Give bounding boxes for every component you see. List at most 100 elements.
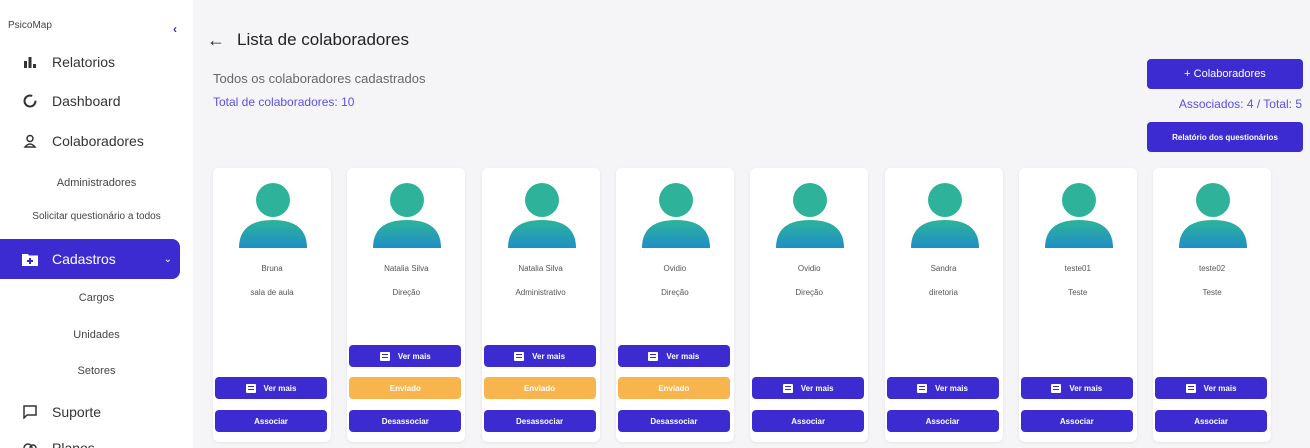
- ver-mais-button[interactable]: Ver mais: [886, 377, 999, 399]
- sidebar-item-label: Relatorios: [52, 54, 116, 70]
- associar-button-label: Associar: [254, 416, 288, 426]
- page-subtitle: Todos os colaboradores cadastrados: [213, 71, 426, 86]
- avatar-icon: [641, 183, 710, 248]
- sidebar-item-setores[interactable]: Setores: [0, 365, 193, 377]
- colaborador-name: Bruna: [261, 264, 283, 273]
- enviado-status-button-label: Enviado: [524, 383, 556, 393]
- avatar-icon: [239, 183, 307, 248]
- collapse-sidebar-icon[interactable]: ‹: [173, 22, 177, 36]
- colaborador-card: Natalia Silva Administrativo Ver mais Env…: [481, 168, 600, 442]
- chevron-down-icon: ⌄: [163, 253, 172, 265]
- colaborador-dept: Direção: [661, 288, 689, 297]
- ver-mais-button[interactable]: Ver mais: [617, 345, 730, 367]
- enviado-status-button-label: Enviado: [389, 383, 421, 393]
- desassociar-button-label: Desassociar: [516, 416, 564, 426]
- add-colaborador-button[interactable]: + Colaboradores: [1147, 59, 1303, 89]
- colaborador-dept: Direção: [392, 288, 421, 297]
- brand-name: PsicoMap: [8, 20, 52, 31]
- sidebar-item-administradores[interactable]: Administradores: [0, 177, 193, 189]
- avatar-icon: [776, 183, 845, 248]
- colaborador-dept: sala de aula: [250, 288, 294, 297]
- association-status: Associados: 4 / Total: 5: [1178, 97, 1302, 111]
- colaborador-card: Sandra diretoria Ver mais Associar: [884, 168, 1003, 442]
- back-arrow-icon[interactable]: ←: [207, 30, 225, 51]
- list-icon: [1051, 383, 1062, 393]
- ver-mais-button-label: Ver mais: [532, 351, 566, 361]
- ver-mais-button-label: Ver mais: [935, 383, 968, 393]
- enviado-status-button[interactable]: Enviado: [483, 377, 596, 399]
- associar-button-label: Associar: [791, 416, 826, 426]
- list-icon: [379, 351, 390, 361]
- avatar-icon: [373, 183, 442, 248]
- sidebar-item-cargos[interactable]: Cargos: [0, 292, 193, 304]
- colaborador-dept: diretoria: [929, 288, 958, 297]
- ver-mais-button[interactable]: Ver mais: [215, 377, 327, 399]
- coins-icon: [22, 440, 38, 448]
- associar-button-label: Associar: [1194, 416, 1228, 426]
- sidebar-item-colaboradores[interactable]: Colaboradores: [0, 131, 193, 151]
- associar-button[interactable]: Associar: [1020, 410, 1133, 432]
- colaborador-name: teste01: [1064, 264, 1091, 273]
- page-title: Lista de colaboradores: [237, 30, 410, 49]
- sidebar-item-relatorios[interactable]: Relatorios: [0, 52, 193, 72]
- ver-mais-button-label: Ver mais: [263, 383, 297, 393]
- circle-icon: [22, 93, 38, 109]
- sidebar-item-planos[interactable]: Planos: [0, 438, 193, 448]
- ver-mais-button[interactable]: Ver mais: [483, 345, 596, 367]
- colaborador-name: Sandra: [930, 264, 957, 273]
- sidebar-item-dashboard[interactable]: Dashboard: [0, 91, 193, 111]
- list-icon: [648, 351, 659, 361]
- associar-button[interactable]: Associar: [886, 410, 999, 432]
- list-icon: [1185, 383, 1196, 393]
- folder-plus-icon: [22, 252, 38, 266]
- colaborador-dept: Administrativo: [515, 288, 566, 297]
- sidebar-item-label: Planos: [52, 440, 95, 448]
- ver-mais-button-label: Ver mais: [1069, 383, 1103, 393]
- colaborador-card: Ovidio Direção Ver mais Associar: [750, 168, 869, 442]
- list-icon: [514, 351, 525, 361]
- sidebar-item-label: Dashboard: [52, 93, 121, 109]
- ver-mais-button[interactable]: Ver mais: [1020, 377, 1133, 399]
- sidebar-item-label: Colaboradores: [52, 133, 144, 149]
- sidebar-item-solicitar[interactable]: Solicitar questionário a todos: [0, 211, 193, 222]
- associar-button[interactable]: Associar: [752, 410, 865, 432]
- associar-button-label: Associar: [1059, 416, 1094, 426]
- colaborador-dept: Teste: [1068, 288, 1088, 297]
- colaborador-dept: Direção: [795, 288, 823, 297]
- enviado-status-button[interactable]: Enviado: [617, 377, 730, 399]
- sidebar: PsicoMap ‹ Relatorios Dashboard Colabora…: [0, 0, 193, 448]
- ver-mais-button[interactable]: Ver mais: [349, 345, 462, 367]
- desassociar-button-label: Desassociar: [381, 416, 429, 426]
- avatar-icon: [1044, 183, 1113, 248]
- colaborador-name: teste02: [1198, 264, 1226, 273]
- sidebar-item-unidades[interactable]: Unidades: [0, 329, 193, 341]
- associar-button[interactable]: Associar: [215, 410, 327, 432]
- enviado-status-button[interactable]: Enviado: [349, 377, 462, 399]
- ver-mais-button-label: Ver mais: [666, 351, 700, 361]
- sidebar-item-label: Cadastros: [52, 251, 116, 267]
- list-icon: [917, 383, 928, 393]
- ver-mais-button-label: Ver mais: [1203, 383, 1237, 393]
- desassociar-button[interactable]: Desassociar: [483, 410, 596, 432]
- colaborador-name: Ovidio: [663, 264, 687, 273]
- ver-mais-button[interactable]: Ver mais: [752, 377, 865, 399]
- sidebar-item-cadastros[interactable]: Cadastros ⌄: [0, 239, 180, 279]
- bar-chart-icon: [22, 54, 38, 70]
- list-icon: [782, 383, 793, 393]
- associar-button[interactable]: Associar: [1155, 410, 1268, 432]
- colaborador-name: Natalia Silva: [384, 264, 429, 273]
- sidebar-item-suporte[interactable]: Suporte: [0, 402, 193, 422]
- associar-button-label: Associar: [925, 416, 960, 426]
- colaborador-dept: Teste: [1202, 288, 1222, 297]
- colaborador-card: Bruna sala de aula Ver mais Associar: [213, 168, 331, 442]
- ver-mais-button-label: Ver mais: [397, 351, 431, 361]
- enviado-status-button-label: Enviado: [658, 383, 690, 393]
- list-icon: [245, 383, 256, 393]
- colaborador-card: Ovidio Direção Ver mais Enviado Desassocia…: [615, 168, 734, 442]
- desassociar-button[interactable]: Desassociar: [617, 410, 730, 432]
- report-button[interactable]: Relatório dos questionários: [1147, 122, 1303, 152]
- ver-mais-button[interactable]: Ver mais: [1155, 377, 1268, 399]
- colaborador-card: teste02 Teste Ver mais Associar: [1153, 168, 1272, 442]
- avatar-icon: [1179, 183, 1248, 248]
- desassociar-button[interactable]: Desassociar: [349, 410, 462, 432]
